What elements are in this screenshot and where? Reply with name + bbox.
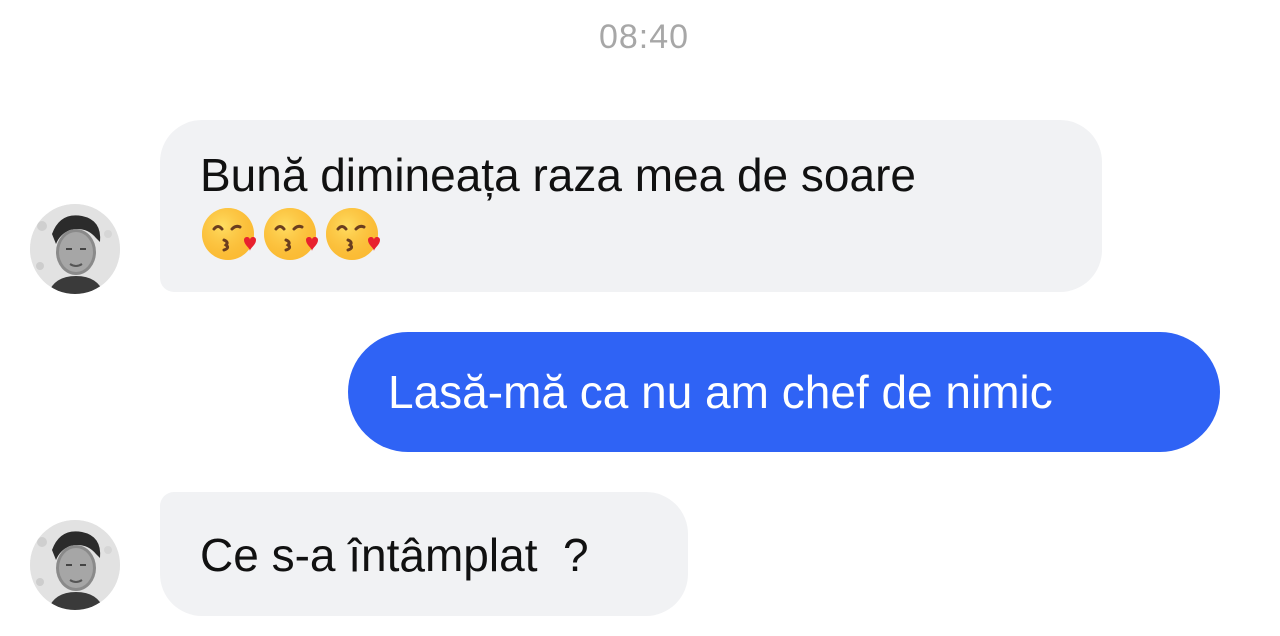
message-text: Bună dimineața raza mea de soare bbox=[200, 149, 916, 201]
contact-avatar[interactable] bbox=[30, 204, 120, 294]
kissing-heart-emoji-icon bbox=[264, 208, 318, 260]
outgoing-message-bubble[interactable]: Lasă-mă ca nu am chef de nimic bbox=[348, 332, 1220, 452]
contact-avatar[interactable] bbox=[30, 520, 120, 610]
kissing-heart-emoji-icon bbox=[202, 208, 256, 260]
message-text: Ce s-a întâmplat ? bbox=[200, 529, 589, 581]
incoming-message-bubble[interactable]: Ce s-a întâmplat ? bbox=[160, 492, 688, 616]
chat-thread: 08:40 Bună dimineața raza mea de soare L… bbox=[0, 0, 1280, 636]
emoji-row bbox=[200, 204, 1062, 264]
message-timestamp: 08:40 bbox=[598, 18, 690, 56]
kissing-heart-emoji-icon bbox=[326, 208, 380, 260]
message-text: Lasă-mă ca nu am chef de nimic bbox=[388, 366, 1053, 418]
incoming-message-bubble[interactable]: Bună dimineața raza mea de soare bbox=[160, 120, 1102, 292]
